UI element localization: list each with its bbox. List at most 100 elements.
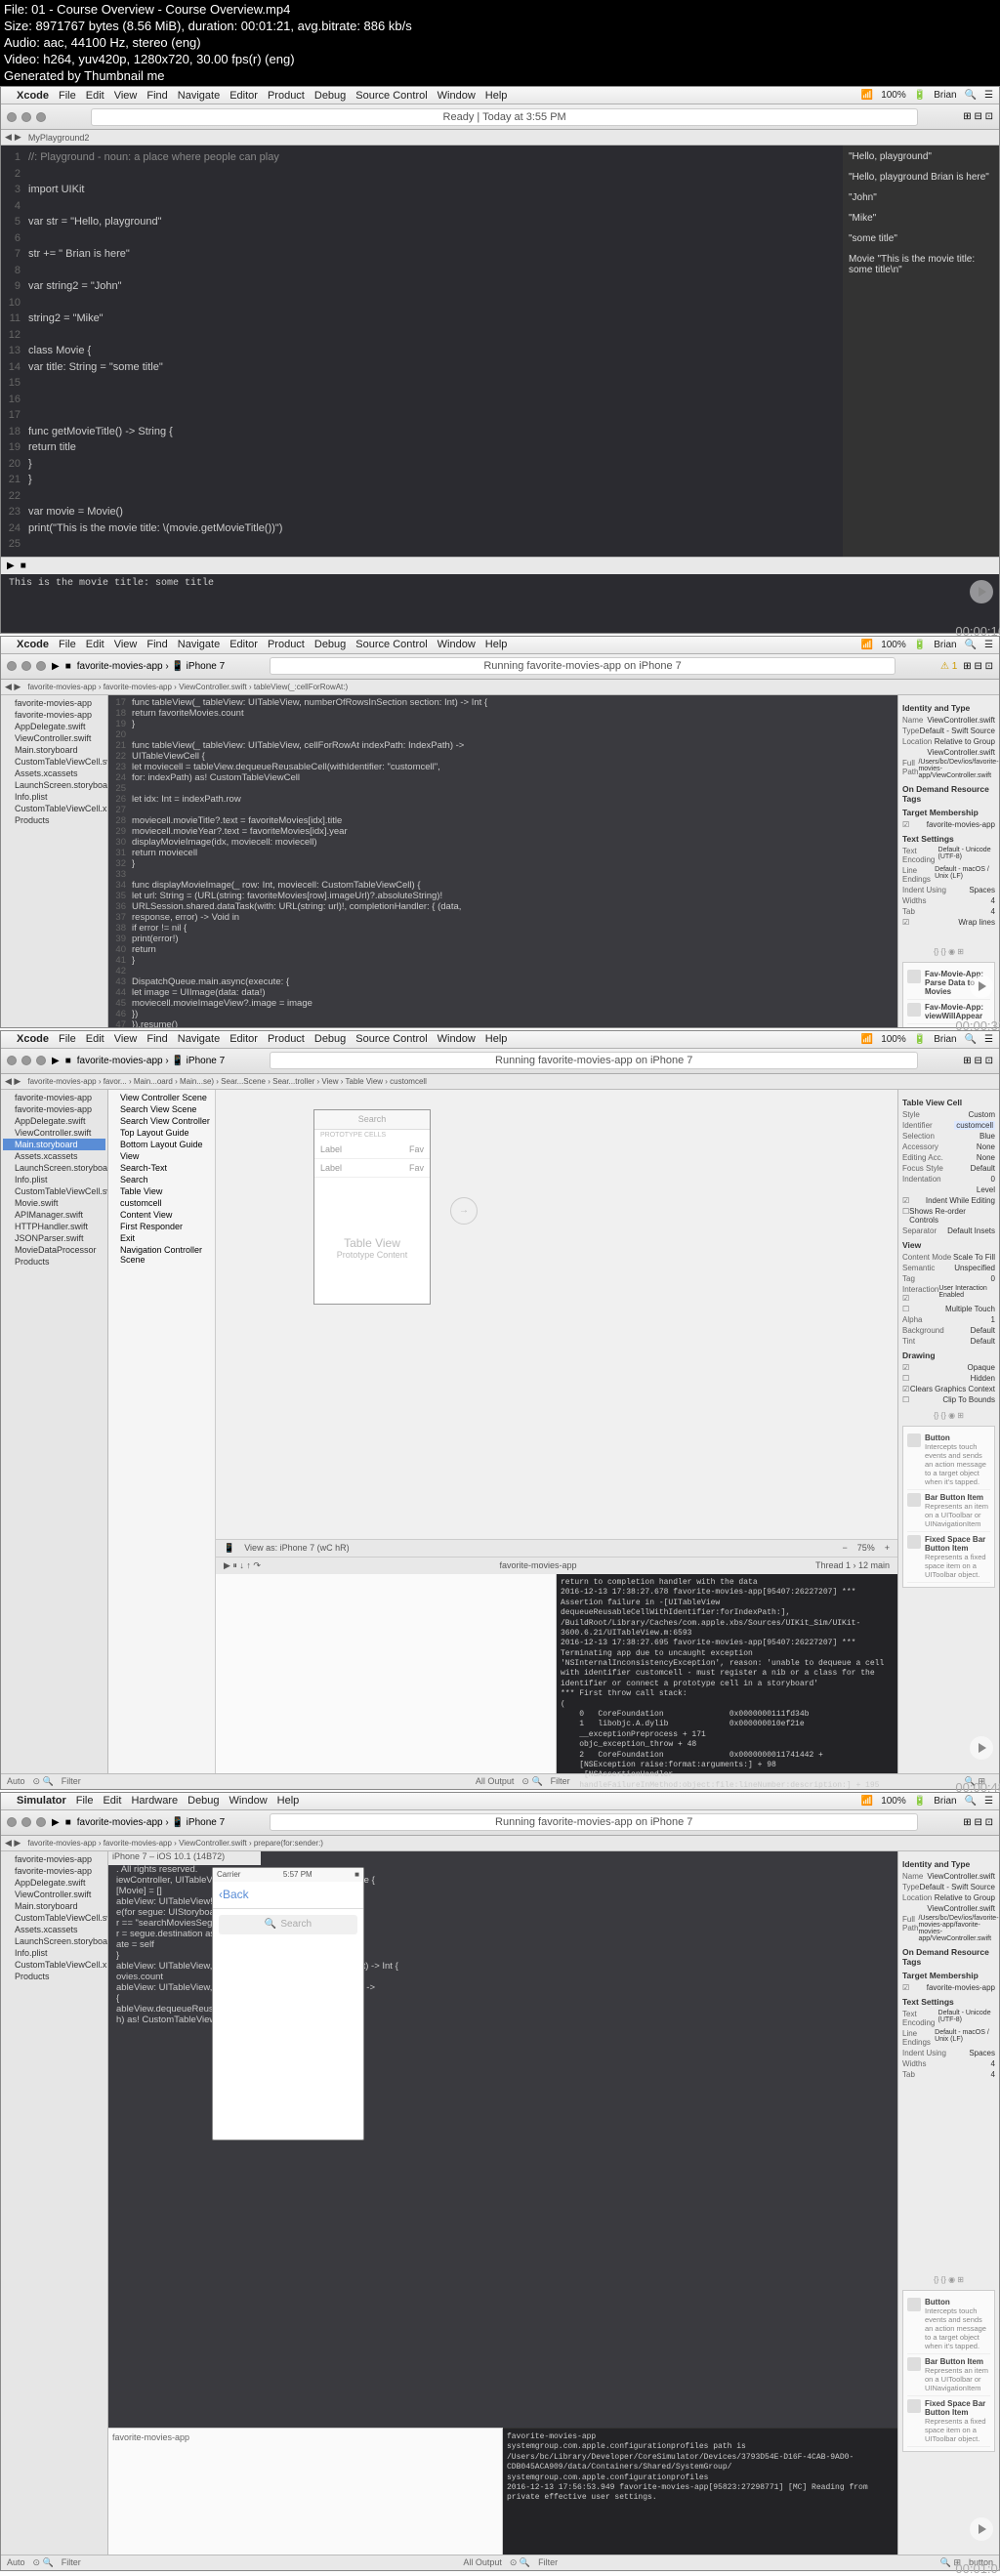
- editor-mode-icons[interactable]: ⊞ ⊟ ⊡: [963, 661, 993, 672]
- attributes-inspector[interactable]: Table View Cell StyleCustom Identifiercu…: [897, 1090, 999, 1773]
- breadcrumb-item[interactable]: MyPlayground2: [24, 133, 94, 143]
- nav-item[interactable]: AppDelegate.swift: [3, 721, 105, 732]
- sim-nav-bar[interactable]: ‹ Back: [213, 1882, 363, 1909]
- results-sidebar: "Hello, playground""Hello, playground Br…: [843, 145, 999, 557]
- nav-item[interactable]: CustomTableViewCell.xib: [3, 803, 105, 814]
- menubar: Xcode FileEdit ViewFind NavigateEditor P…: [1, 637, 999, 654]
- menu-file[interactable]: File: [59, 90, 76, 102]
- run-btn-icon[interactable]: ▶: [52, 661, 60, 672]
- prototype-cell[interactable]: LabelFav: [314, 1141, 430, 1159]
- screenshot-simulator: Simulator File Edit Hardware Debug Windo…: [0, 1792, 1000, 2571]
- video-play-overlay[interactable]: [970, 975, 993, 998]
- menu-edit[interactable]: Edit: [86, 90, 104, 102]
- nav-item[interactable]: Assets.xcassets: [3, 768, 105, 779]
- menu-view[interactable]: View: [114, 90, 138, 102]
- canvas-bottom-bar[interactable]: 📱 View as: iPhone 7 (wC hR) − 75% +: [216, 1539, 897, 1557]
- console-output[interactable]: return to completion handler with the da…: [557, 1574, 897, 1773]
- window-controls[interactable]: [7, 661, 46, 671]
- nav-item[interactable]: Info.plist: [3, 791, 105, 803]
- jump-bar[interactable]: ◀ ▶ favorite-movies-app › favor... › Mai…: [1, 1074, 999, 1090]
- nav-item[interactable]: favorite-movies-app: [3, 697, 105, 709]
- search-view-controller[interactable]: Search PROTOTYPE CELLS LabelFav LabelFav…: [313, 1109, 431, 1305]
- xcode-toolbar: ▶■ favorite-movies-app › 📱 iPhone 7 Runn…: [1, 1810, 999, 1836]
- menu-xcode[interactable]: Xcode: [17, 90, 49, 102]
- ib-canvas[interactable]: Search PROTOTYPE CELLS LabelFav LabelFav…: [216, 1090, 897, 1773]
- breadcrumb[interactable]: favorite-movies-app › favorite-movies-ap…: [23, 683, 352, 691]
- video-play-overlay[interactable]: [970, 2517, 993, 2541]
- screenshot-storyboard: Xcode FileEdit ViewFind NavigateEditor P…: [0, 1030, 1000, 1790]
- object-library[interactable]: ButtonIntercepts touch events and sends …: [902, 1426, 995, 1588]
- menubar: Xcode FileEdit ViewFind NavigateEditor P…: [1, 1031, 999, 1049]
- meta-file: File: 01 - Course Overview - Course Over…: [4, 2, 996, 19]
- editor-mode-icons[interactable]: ⊞ ⊟ ⊡: [963, 111, 993, 122]
- stop-btn-icon[interactable]: ■: [21, 561, 26, 571]
- ios-simulator[interactable]: Carrier5:57 PM■ ‹ Back 🔍 Search: [212, 1867, 364, 2140]
- jump-bar[interactable]: ◀ ▶ MyPlayground2: [1, 130, 999, 145]
- debug-bar[interactable]: ▶ ■: [1, 557, 999, 574]
- nav-item[interactable]: Main.storyboard: [3, 744, 105, 756]
- scheme-selector[interactable]: favorite-movies-app › 📱 iPhone 7: [77, 661, 225, 672]
- file-inspector[interactable]: Identity and Type NameViewController.swi…: [897, 1851, 999, 2555]
- xcode-toolbar: ▶ ■ favorite-movies-app › 📱 iPhone 7 Run…: [1, 654, 999, 680]
- section-identity: Identity and Type: [902, 703, 995, 713]
- meta-size: Size: 8971767 bytes (8.56 MiB), duration…: [4, 19, 996, 35]
- variables-view[interactable]: [216, 1574, 557, 1773]
- editor-area: 12/11/16. . All rights reserved. iewCont…: [108, 1851, 897, 2555]
- menu-product[interactable]: Product: [268, 90, 305, 102]
- jump-bar[interactable]: ◀ ▶ favorite-movies-app › favorite-movie…: [1, 680, 999, 695]
- play-btn-icon[interactable]: ▶: [7, 561, 15, 571]
- menu-sourcecontrol[interactable]: Source Control: [355, 90, 427, 102]
- project-navigator[interactable]: favorite-movies-appfavorite-movies-appAp…: [1, 695, 108, 1027]
- video-play-overlay[interactable]: [970, 1736, 993, 1760]
- project-navigator[interactable]: favorite-movies-appfavorite-movies-appAp…: [1, 1851, 108, 2555]
- notifications-icon[interactable]: ☰: [984, 90, 993, 101]
- object-library[interactable]: ButtonIntercepts touch events and sends …: [902, 2290, 995, 2452]
- nav-back-icon[interactable]: ◀: [5, 132, 12, 143]
- menu-debug[interactable]: Debug: [314, 90, 346, 102]
- table-view-placeholder: Table View Prototype Content: [314, 1178, 430, 1260]
- variables-view[interactable]: favorite-movies-app: [108, 2428, 503, 2555]
- menu-window[interactable]: Window: [438, 90, 476, 102]
- bottom-filter-bar[interactable]: Auto ⊙ 🔍Filter All Output ⊙ 🔍Filter 🔍 ⊞b…: [1, 2555, 999, 2570]
- menu-find[interactable]: Find: [146, 90, 167, 102]
- sim-search-field[interactable]: 🔍 Search: [219, 1915, 357, 1934]
- video-play-overlay[interactable]: [970, 580, 993, 603]
- menubar: Simulator File Edit Hardware Debug Windo…: [1, 1793, 999, 1810]
- menu-editor[interactable]: Editor: [229, 90, 258, 102]
- window-controls[interactable]: [7, 112, 46, 122]
- device-icon[interactable]: 📱: [224, 1543, 234, 1554]
- source-editor[interactable]: 17 func tableView(_ tableView: UITableVi…: [108, 695, 897, 1027]
- storyboard-body: favorite-movies-appfavorite-movies-appAp…: [1, 1090, 999, 1773]
- nav-item[interactable]: LaunchScreen.storyboard: [3, 779, 105, 791]
- project-navigator[interactable]: favorite-movies-appfavorite-movies-appAp…: [1, 1090, 108, 1773]
- segue-icon[interactable]: →: [450, 1197, 478, 1225]
- meta-generated: Generated by Thumbnail me: [4, 68, 996, 85]
- prototype-cell[interactable]: LabelFav: [314, 1159, 430, 1178]
- menu-navigate[interactable]: Navigate: [178, 90, 220, 102]
- xcode-toolbar: Ready | Today at 3:55 PM ⊞ ⊟ ⊡: [1, 104, 999, 130]
- nav-icons[interactable]: ◀ ▶: [5, 682, 21, 692]
- console-output[interactable]: This is the movie title: some title: [1, 574, 999, 633]
- nav-item[interactable]: ViewController.swift: [3, 732, 105, 744]
- nav-item[interactable]: Products: [3, 814, 105, 826]
- debug-nav-bar[interactable]: ▶ ⏸ ↓ ↑ ↷ favorite-movies-app Thread 1 ›…: [216, 1557, 897, 1574]
- stop-btn-icon[interactable]: ■: [65, 661, 71, 672]
- code-editor[interactable]: 1//: Playground - noun: a place where pe…: [1, 145, 843, 557]
- search-field[interactable]: Search: [314, 1110, 430, 1130]
- nav-item[interactable]: CustomTableViewCell.swift: [3, 756, 105, 768]
- menu-help[interactable]: Help: [485, 90, 508, 102]
- spotlight-icon[interactable]: 🔍: [965, 90, 977, 101]
- warning-icon[interactable]: ⚠ 1: [940, 661, 957, 672]
- document-outline[interactable]: View Controller SceneSearch View SceneSe…: [108, 1090, 216, 1773]
- meta-audio: Audio: aac, 44100 Hz, stereo (eng): [4, 35, 996, 52]
- user-name[interactable]: Brian: [934, 90, 956, 101]
- console-output[interactable]: favorite-movies-app systemgroup.com.appl…: [503, 2428, 897, 2555]
- nav-fwd-icon[interactable]: ▶: [15, 132, 21, 143]
- nav-item[interactable]: favorite-movies-app: [3, 709, 105, 721]
- menubar: Xcode File Edit View Find Navigate Edito…: [1, 87, 999, 104]
- video-metadata-header: File: 01 - Course Overview - Course Over…: [0, 0, 1000, 86]
- jump-bar[interactable]: ◀ ▶ favorite-movies-app › favorite-movie…: [1, 1836, 999, 1851]
- back-label[interactable]: Back: [223, 1888, 249, 1901]
- status-area: 📶 100% 🔋 Brian 🔍 ☰: [861, 90, 993, 101]
- menu-xcode[interactable]: Xcode: [17, 639, 49, 650]
